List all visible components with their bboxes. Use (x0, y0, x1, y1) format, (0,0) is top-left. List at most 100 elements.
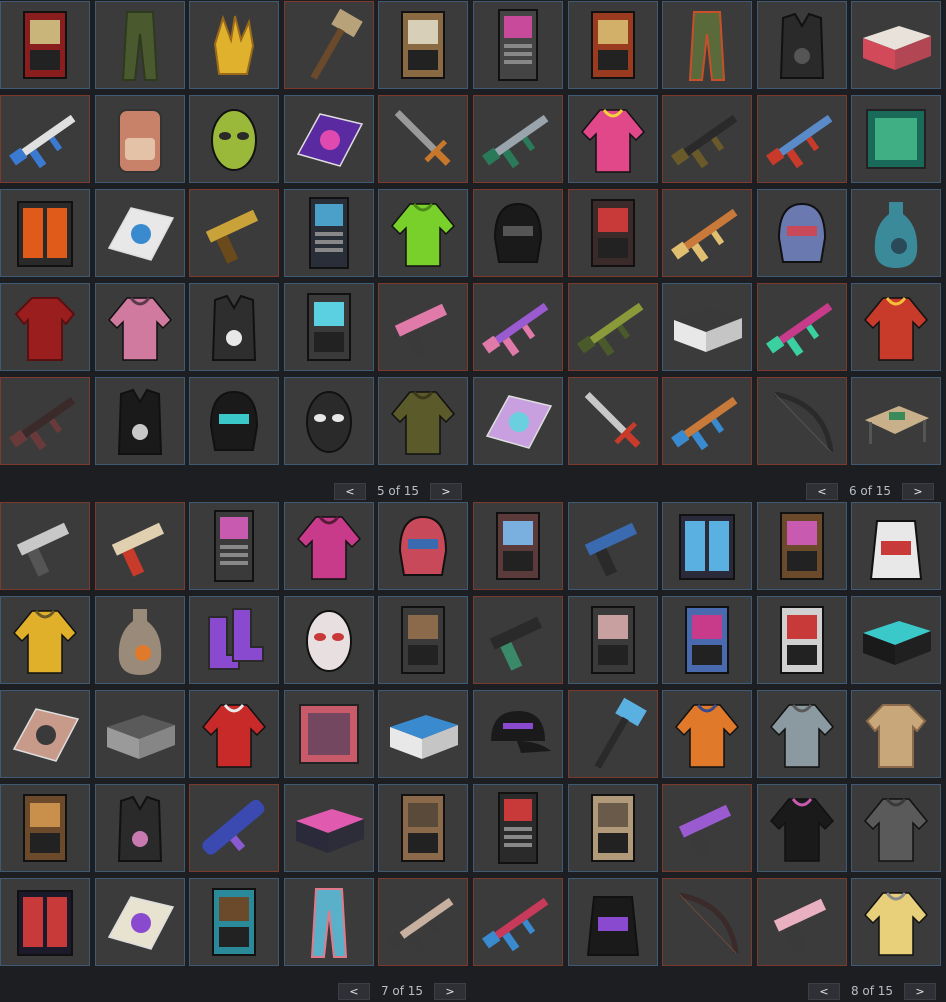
inventory-slot-red-shirt[interactable] (0, 283, 90, 371)
inventory-slot-poster-door[interactable] (567, 596, 658, 684)
inventory-slot-bookshelf[interactable] (567, 784, 658, 872)
inventory-slot-painted-door[interactable] (0, 784, 90, 872)
inventory-slot-pink-jacket[interactable] (94, 283, 185, 371)
inventory-slot-furnace-locker[interactable] (0, 189, 90, 277)
inventory-slot-striped-box[interactable] (378, 690, 469, 778)
inventory-slot-ornate-pistol[interactable] (94, 502, 185, 590)
inventory-slot-lava-vase[interactable] (94, 596, 185, 684)
inventory-slot-red-jacket[interactable] (851, 283, 942, 371)
prev-page-button[interactable]: < (338, 982, 370, 1000)
inventory-slot-glow-box[interactable] (851, 596, 942, 684)
inventory-slot-neon-door-2[interactable] (756, 502, 847, 590)
inventory-slot-shattered-door[interactable] (756, 596, 847, 684)
inventory-slot-pink-pistol[interactable] (756, 878, 847, 966)
inventory-slot-m4-rifle[interactable] (662, 95, 753, 183)
inventory-slot-pink-rug[interactable] (0, 690, 90, 778)
inventory-slot-tan-rifle[interactable] (378, 878, 469, 966)
inventory-slot-armored-door-skin[interactable] (0, 1, 90, 89)
next-page-button[interactable]: > (434, 982, 466, 1000)
inventory-slot-large-box[interactable] (851, 1, 942, 89)
inventory-slot-vending-machine-2[interactable] (189, 502, 280, 590)
inventory-slot-sticker-rug[interactable] (94, 189, 185, 277)
inventory-slot-dark-rifle[interactable] (0, 377, 90, 465)
inventory-slot-gold-pistol[interactable] (189, 189, 280, 277)
inventory-slot-pink-hoodie[interactable] (567, 95, 658, 183)
inventory-slot-neon-door[interactable] (283, 283, 374, 371)
inventory-slot-skeleton-hoodie[interactable] (756, 784, 847, 872)
inventory-slot-armor-vest[interactable] (756, 1, 847, 89)
inventory-slot-purple-boots[interactable] (189, 596, 280, 684)
inventory-slot-teal-double-door[interactable] (189, 878, 280, 966)
inventory-slot-ohshit-banner[interactable] (283, 690, 374, 778)
inventory-slot-camo-pants-2[interactable] (662, 1, 753, 89)
inventory-slot-pink-smg[interactable] (378, 283, 469, 371)
inventory-slot-salvaged-sword[interactable] (567, 377, 658, 465)
inventory-slot-purple-rifle[interactable] (472, 283, 563, 371)
inventory-slot-camo-rifle[interactable] (567, 283, 658, 371)
inventory-slot-blue-gun[interactable] (567, 502, 658, 590)
prev-page-button[interactable]: < (334, 482, 366, 500)
inventory-slot-glass-face-mask[interactable] (378, 502, 469, 590)
inventory-slot-rocket-sleeping-bag[interactable] (851, 502, 942, 590)
inventory-slot-metal-box[interactable] (94, 690, 185, 778)
inventory-slot-wood-double-door[interactable] (378, 1, 469, 89)
inventory-slot-floral-pants[interactable] (283, 878, 374, 966)
inventory-slot-dark-smg[interactable] (472, 596, 563, 684)
inventory-slot-rivals-cap[interactable] (472, 690, 563, 778)
inventory-slot-rocket-launcher[interactable] (189, 784, 280, 872)
inventory-slot-graffiti-door[interactable] (472, 502, 563, 590)
inventory-slot-metal-face-mask[interactable] (756, 189, 847, 277)
inventory-slot-holo-rug[interactable] (472, 377, 563, 465)
inventory-slot-rivals-bag[interactable] (567, 878, 658, 966)
inventory-slot-camo-jacket[interactable] (378, 377, 469, 465)
inventory-slot-yellow-jacket-2[interactable] (851, 878, 942, 966)
inventory-slot-gloves[interactable] (189, 1, 280, 89)
inventory-slot-garage-door[interactable] (378, 596, 469, 684)
next-page-button[interactable]: > (430, 482, 462, 500)
inventory-slot-vase[interactable] (851, 189, 942, 277)
inventory-slot-clown-mask[interactable] (283, 596, 374, 684)
inventory-slot-rifle-white[interactable] (0, 95, 90, 183)
inventory-slot-machete[interactable] (378, 95, 469, 183)
inventory-slot-blue-rifle[interactable] (756, 95, 847, 183)
inventory-slot-green-jacket[interactable] (378, 189, 469, 277)
inventory-slot-neon-smg[interactable] (756, 283, 847, 371)
inventory-slot-black-poncho[interactable] (94, 377, 185, 465)
inventory-slot-backpack[interactable] (94, 95, 185, 183)
inventory-slot-table[interactable] (851, 377, 942, 465)
inventory-slot-revolver[interactable] (0, 502, 90, 590)
inventory-slot-grey-hoodie[interactable] (756, 690, 847, 778)
inventory-slot-crate[interactable] (662, 283, 753, 371)
inventory-slot-graffiti-rifle[interactable] (662, 377, 753, 465)
inventory-slot-santa-coat[interactable] (189, 690, 280, 778)
inventory-slot-rifle-grey[interactable] (472, 95, 563, 183)
inventory-slot-bow[interactable] (756, 377, 847, 465)
inventory-slot-rainbow-hammer[interactable] (567, 690, 658, 778)
inventory-slot-sledgehammer[interactable] (283, 1, 374, 89)
inventory-slot-neon-box[interactable] (283, 784, 374, 872)
inventory-slot-grey-jacket[interactable] (851, 784, 942, 872)
inventory-slot-paper-rug[interactable] (94, 878, 185, 966)
inventory-slot-dark-bow[interactable] (662, 878, 753, 966)
inventory-slot-hood-mask[interactable] (189, 377, 280, 465)
inventory-slot-neon-sign[interactable] (851, 95, 942, 183)
next-page-button[interactable]: > (904, 982, 936, 1000)
inventory-slot-skull-vest[interactable] (189, 283, 280, 371)
inventory-slot-arcade-locker[interactable] (283, 189, 374, 277)
inventory-slot-pink-hoodie-2[interactable] (283, 502, 374, 590)
inventory-slot-alien-mask[interactable] (189, 95, 280, 183)
inventory-slot-galaxy-armor[interactable] (94, 784, 185, 872)
inventory-slot-yellow-jacket[interactable] (0, 596, 90, 684)
inventory-slot-red-door[interactable] (567, 189, 658, 277)
prev-page-button[interactable]: < (808, 982, 840, 1000)
inventory-slot-vending-rivals[interactable] (472, 784, 563, 872)
inventory-slot-vending-machine[interactable] (472, 1, 563, 89)
inventory-slot-fridge[interactable] (662, 502, 753, 590)
inventory-slot-orange-hoodie[interactable] (662, 690, 753, 778)
inventory-slot-black-helmet[interactable] (472, 189, 563, 277)
inventory-slot-shotgun[interactable] (662, 189, 753, 277)
inventory-slot-triple-locker[interactable] (0, 878, 90, 966)
inventory-slot-purple-smg[interactable] (662, 784, 753, 872)
inventory-slot-tan-shirt[interactable] (851, 690, 942, 778)
inventory-slot-rainbow-rifle[interactable] (472, 878, 563, 966)
